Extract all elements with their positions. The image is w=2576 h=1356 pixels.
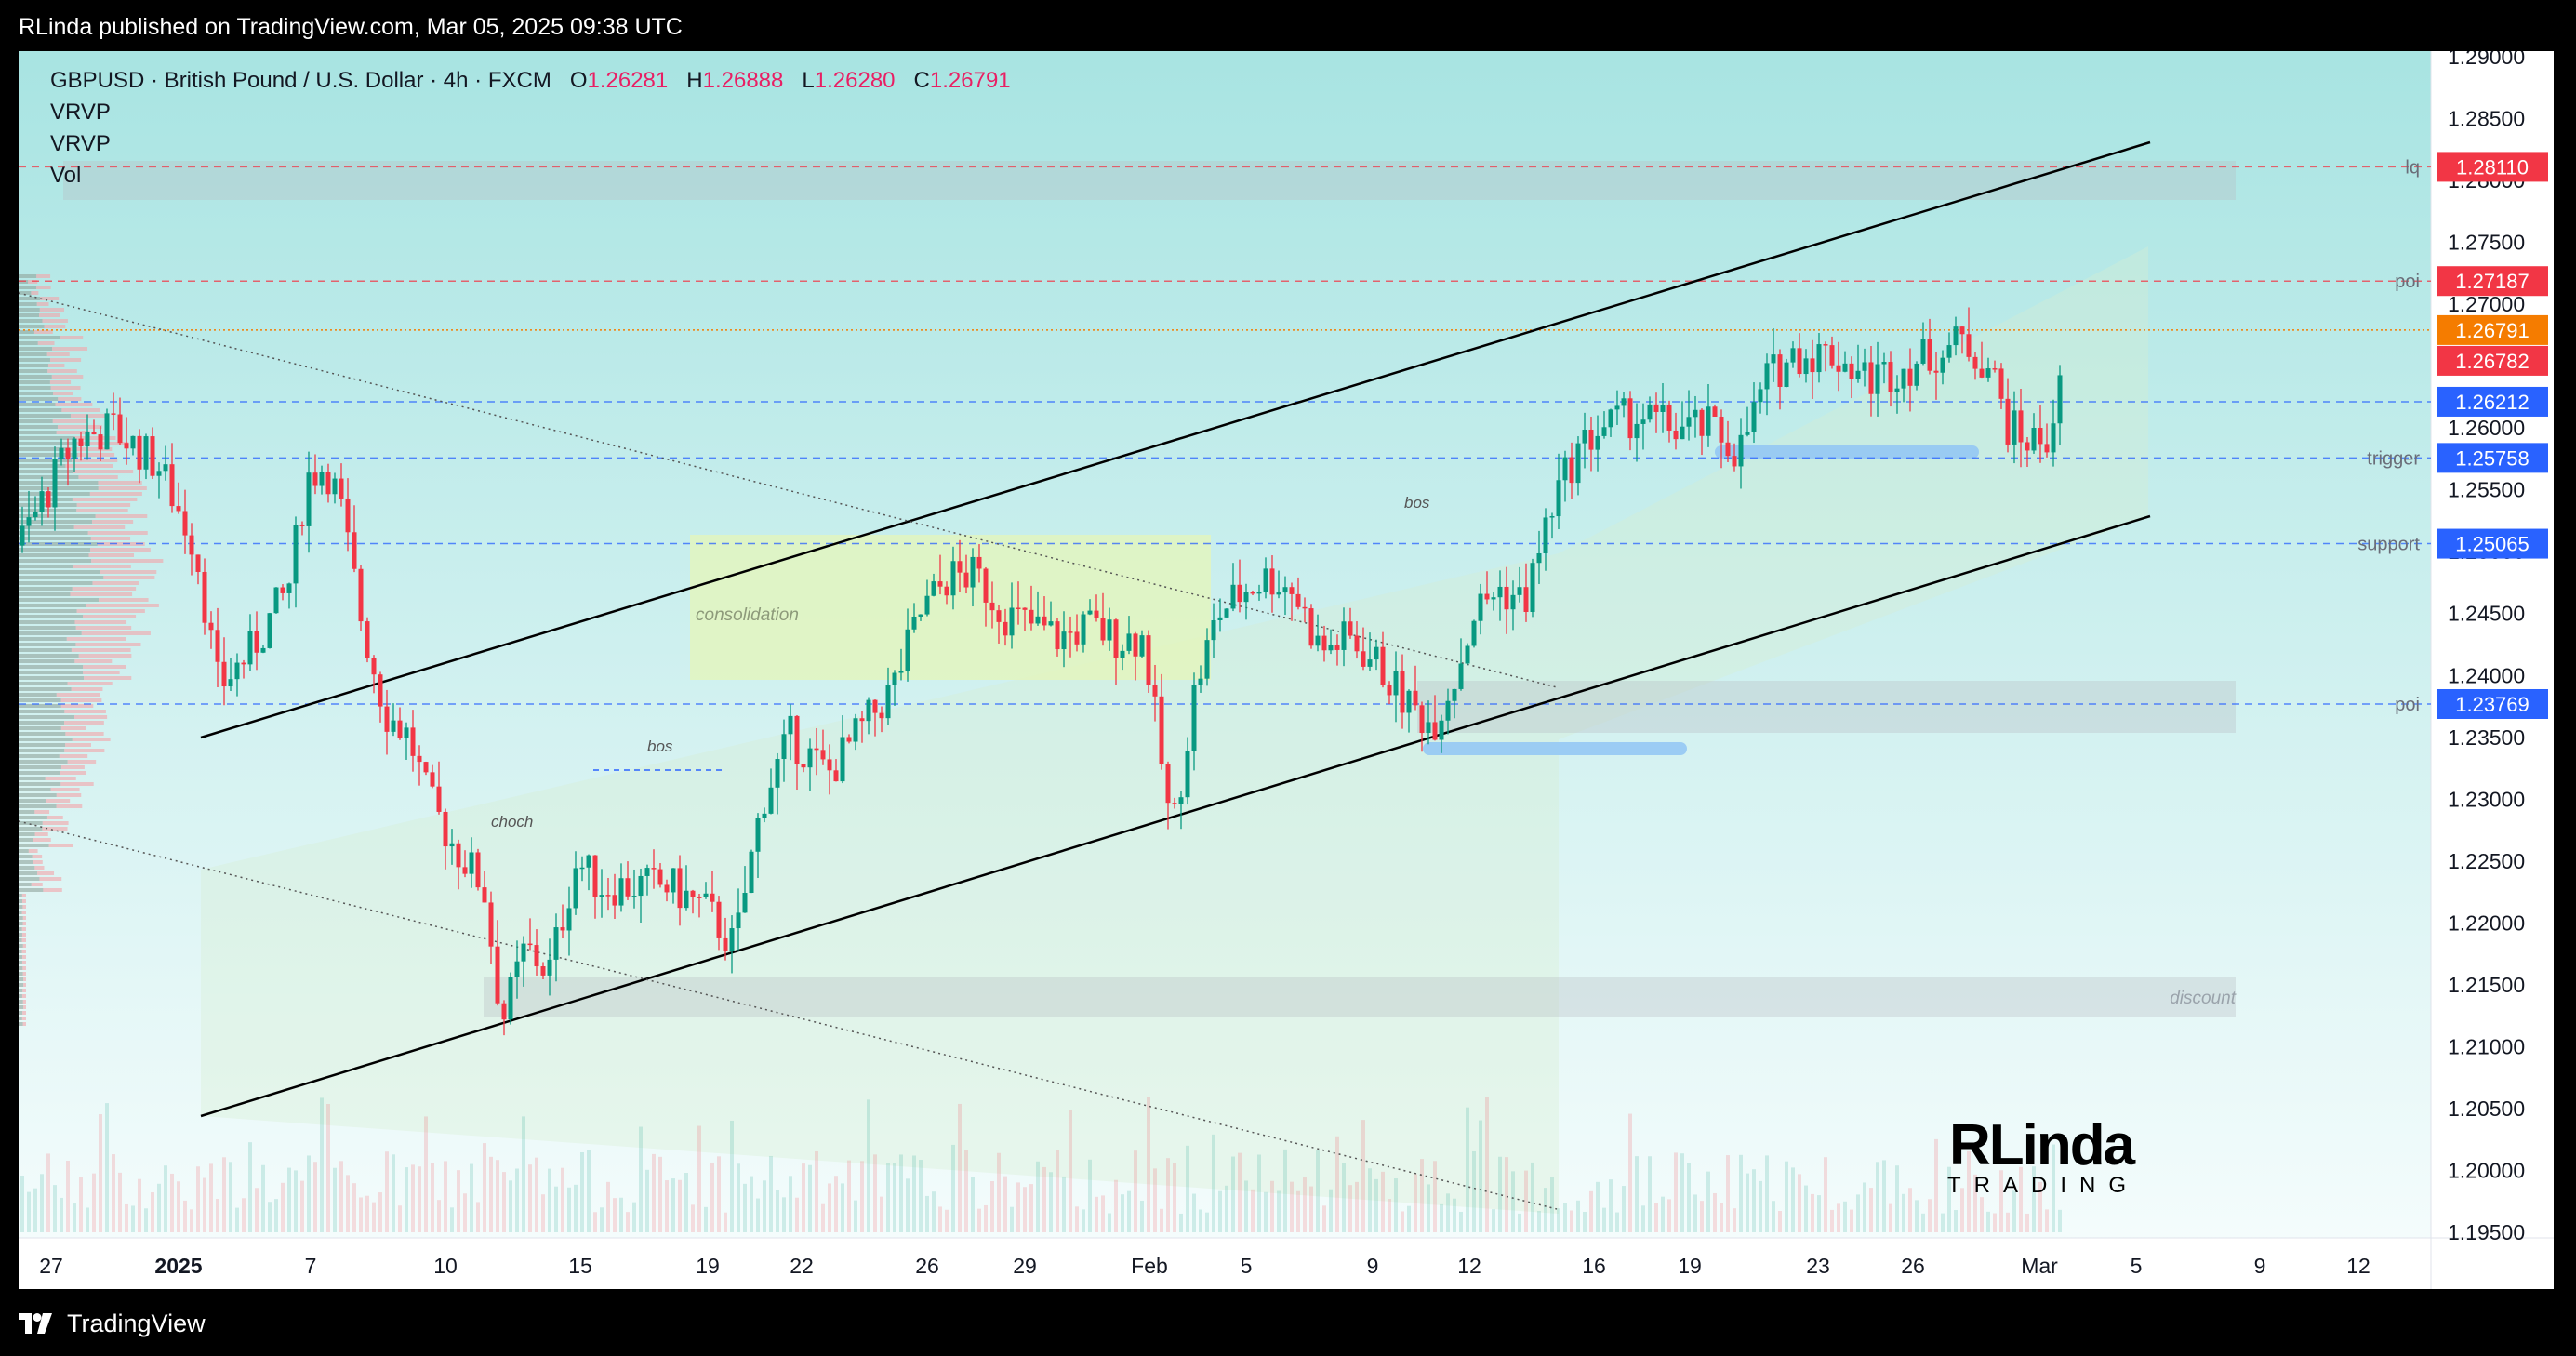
tradingview-brand[interactable]: TradingView <box>19 1308 206 1339</box>
price-tick: 1.28500 <box>2448 107 2525 131</box>
liquidity-marker-low <box>1423 742 1687 755</box>
publish-bar: RLinda published on TradingView.com, Mar… <box>0 0 2576 51</box>
time-tick: 15 <box>568 1254 592 1278</box>
price-tick: 1.22500 <box>2448 849 2525 873</box>
time-tick: 2025 <box>154 1254 202 1278</box>
price-tick: 1.20000 <box>2448 1158 2525 1182</box>
time-tick: 27 <box>39 1254 63 1278</box>
time-tick: 5 <box>1241 1254 1253 1278</box>
level-tag-text: 1.28110 <box>2456 155 2529 179</box>
time-tick: 22 <box>790 1254 814 1278</box>
price-tick: 1.21500 <box>2448 973 2525 997</box>
svg-text:1.26782: 1.26782 <box>2455 350 2530 373</box>
level-tag-text: 1.27187 <box>2455 270 2530 293</box>
time-tick: 26 <box>1901 1254 1925 1278</box>
publisher-info: RLinda published on TradingView.com, Mar… <box>19 14 683 40</box>
level-label: trigger <box>2367 448 2420 469</box>
chart-area[interactable]: lq poi trigger support poi consolidation bos… <box>18 45 2554 1289</box>
level-label: lq <box>2405 157 2420 178</box>
time-tick: Mar <box>2021 1254 2058 1278</box>
price-axis <box>2431 51 2554 1238</box>
low-value: 1.26280 <box>814 68 896 93</box>
price-tick: 1.26000 <box>2448 416 2525 440</box>
time-tick: 5 <box>2131 1254 2143 1278</box>
time-axis <box>19 1238 2554 1289</box>
indicator-vrvp-1[interactable]: VRVP <box>50 100 111 126</box>
symbol-header[interactable]: GBPUSD · British Pound / U.S. Dollar · 4… <box>50 68 1011 94</box>
discount-zone[interactable] <box>484 977 2236 1017</box>
choch-label: choch <box>491 813 533 831</box>
time-tick: 12 <box>1457 1254 1481 1278</box>
price-tick: 1.22000 <box>2448 911 2525 935</box>
time-tick: 10 <box>433 1254 458 1278</box>
poi-zone[interactable] <box>1417 681 2236 733</box>
time-tick: 23 <box>1806 1254 1830 1278</box>
price-tick: 1.21000 <box>2448 1034 2525 1058</box>
indicator-vol[interactable]: Vol <box>50 163 81 189</box>
time-tick: 19 <box>696 1254 720 1278</box>
consolidation-label: consolidation <box>696 605 799 625</box>
price-tick: 1.25500 <box>2448 478 2525 502</box>
svg-text:1.26791: 1.26791 <box>2455 319 2530 342</box>
rlinda-watermark: RLinda TRADING <box>1947 1113 2139 1198</box>
price-tick: 1.24000 <box>2448 663 2525 687</box>
bos-label-2: bos <box>1404 494 1430 512</box>
bottom-bar: TradingView <box>0 1289 2576 1356</box>
price-tick: 1.23500 <box>2448 725 2525 750</box>
watermark-top: RLinda <box>1949 1113 2136 1177</box>
symbol-title: GBPUSD · British Pound / U.S. Dollar · 4… <box>50 68 551 93</box>
indicator-vrvp-2[interactable]: VRVP <box>50 131 111 157</box>
bos-label-1: bos <box>647 738 673 755</box>
level-label: support <box>2357 535 2420 555</box>
time-tick: 26 <box>915 1254 939 1278</box>
high-value: 1.26888 <box>702 68 784 93</box>
price-tick: 1.19500 <box>2448 1220 2525 1244</box>
chart-svg[interactable]: lq poi trigger support poi consolidation bos… <box>18 45 2554 1289</box>
level-tag-text: 1.26212 <box>2455 391 2530 414</box>
discount-label: discount <box>2170 989 2236 1008</box>
liquidity-marker-high <box>1715 445 1979 459</box>
time-tick: 12 <box>2346 1254 2370 1278</box>
level-tag-text: 1.25065 <box>2455 533 2530 556</box>
level-label: poi <box>2395 272 2420 292</box>
time-tick: 19 <box>1678 1254 1702 1278</box>
level-tag-text: 1.23769 <box>2455 693 2530 716</box>
time-tick: Feb <box>1131 1254 1168 1278</box>
level-label: poi <box>2395 695 2420 715</box>
price-tick: 1.29000 <box>2448 51 2525 69</box>
time-tick: 9 <box>2254 1254 2266 1278</box>
watermark-bottom: TRADING <box>1947 1173 2139 1198</box>
brand-label: TradingView <box>67 1309 206 1337</box>
time-tick: 29 <box>1013 1254 1037 1278</box>
tradingview-logo-icon <box>19 1313 52 1334</box>
open-value: 1.26281 <box>587 68 669 93</box>
time-tick: 7 <box>305 1254 317 1278</box>
price-tick: 1.23000 <box>2448 787 2525 811</box>
time-tick: 9 <box>1367 1254 1379 1278</box>
level-tag-text: 1.25758 <box>2455 446 2530 470</box>
close-value: 1.26791 <box>929 68 1011 93</box>
price-tick: 1.24500 <box>2448 602 2525 626</box>
time-tick: 16 <box>1582 1254 1606 1278</box>
price-tick: 1.27500 <box>2448 231 2525 255</box>
price-tick: 1.20500 <box>2448 1097 2525 1121</box>
